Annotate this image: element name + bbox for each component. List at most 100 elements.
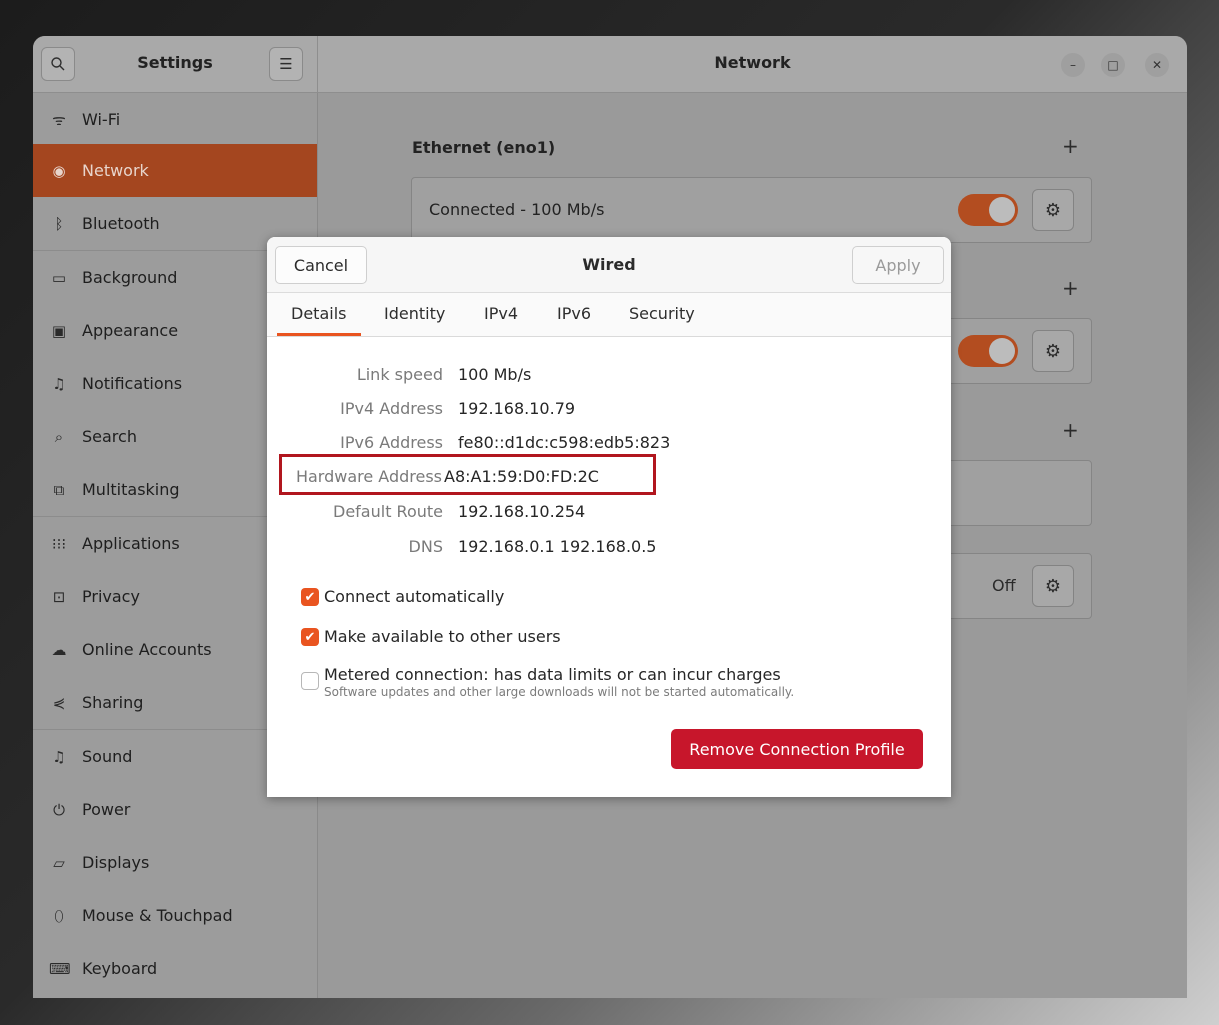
- sidebar-item-label: Displays: [82, 853, 150, 872]
- dialog-tabs: Details Identity IPv4 IPv6 Security: [267, 293, 951, 337]
- vpn-settings-button[interactable]: ⚙: [1032, 330, 1074, 372]
- plus-icon: +: [1062, 418, 1079, 442]
- checkmark-icon: ✔: [304, 629, 316, 645]
- plus-icon: +: [1062, 134, 1079, 158]
- sidebar-item-wifi[interactable]: ᯤ Wi-Fi: [33, 93, 317, 146]
- sidebar-item-label: Appearance: [82, 321, 179, 340]
- ethernet-section-title: Ethernet (eno1): [412, 138, 556, 157]
- sidebar-item-label: Sharing: [82, 693, 144, 712]
- detail-label: IPv6 Address: [340, 433, 443, 452]
- maximize-icon: □: [1107, 58, 1119, 72]
- ethernet-settings-button[interactable]: ⚙: [1032, 189, 1074, 231]
- display-icon: ▱: [53, 853, 65, 872]
- gear-icon: ⚙: [1044, 575, 1062, 597]
- gear-icon: ⚙: [1044, 340, 1062, 362]
- add-vpn-button[interactable]: +: [1062, 276, 1079, 300]
- metered-connection-checkbox[interactable]: [301, 672, 319, 690]
- wired-dialog: Cancel Wired Apply Details Identity IPv4…: [267, 237, 951, 797]
- make-available-label[interactable]: Make available to other users: [324, 627, 561, 646]
- sidebar-item-label: Background: [82, 268, 178, 287]
- detail-row-link-speed: Link speed 100 Mb/s: [267, 365, 951, 391]
- background-icon: ▭: [51, 268, 67, 287]
- music-note-icon: ♫: [52, 747, 66, 766]
- sidebar-item-label: Applications: [82, 534, 180, 553]
- detail-label: Default Route: [333, 502, 443, 521]
- menu-button[interactable]: ☰: [269, 47, 303, 81]
- tab-ipv4[interactable]: IPv4: [484, 304, 518, 323]
- appearance-icon: ▣: [51, 321, 67, 340]
- detail-row-dns: DNS 192.168.0.1 192.168.0.5: [267, 537, 951, 563]
- page-title: Network: [714, 53, 791, 72]
- sidebar-item-displays[interactable]: ▱ Displays: [33, 836, 317, 889]
- sidebar-item-label: Network: [82, 161, 149, 180]
- globe-icon: ◉: [52, 161, 66, 180]
- detail-value: 192.168.10.79: [458, 399, 576, 418]
- close-icon: ✕: [1151, 58, 1163, 72]
- lock-icon: ⊡: [52, 587, 66, 606]
- keyboard-icon: ⌨: [49, 959, 71, 978]
- make-available-checkbox[interactable]: ✔: [301, 628, 319, 646]
- metered-connection-sublabel: Software updates and other large downloa…: [324, 685, 795, 699]
- ethernet-toggle[interactable]: [958, 194, 1018, 226]
- minimize-icon: –: [1070, 58, 1076, 72]
- sidebar-item-label: Sound: [82, 747, 133, 766]
- sidebar-item-label: Wi-Fi: [82, 110, 121, 129]
- add-connection-button[interactable]: +: [1062, 418, 1079, 442]
- cloud-icon: ☁: [51, 640, 67, 659]
- hamburger-icon: ☰: [279, 55, 293, 73]
- apply-button[interactable]: Apply: [852, 246, 944, 284]
- detail-label: Link speed: [356, 365, 443, 384]
- sidebar-item-label: Keyboard: [82, 959, 158, 978]
- detail-value: 100 Mb/s: [458, 365, 532, 384]
- bell-icon: ♫: [52, 374, 66, 393]
- minimize-button[interactable]: –: [1061, 53, 1085, 77]
- detail-value: fe80::d1dc:c598:edb5:823: [458, 433, 671, 452]
- sidebar-item-keyboard[interactable]: ⌨ Keyboard: [33, 942, 317, 995]
- maximize-button[interactable]: □: [1101, 53, 1125, 77]
- dialog-header: Cancel Wired Apply: [267, 237, 951, 293]
- detail-label: IPv4 Address: [340, 399, 443, 418]
- connect-automatically-checkbox[interactable]: ✔: [301, 588, 319, 606]
- tab-security[interactable]: Security: [629, 304, 695, 323]
- proxy-status: Off: [992, 576, 1016, 595]
- toggle-knob: [989, 338, 1015, 364]
- detail-row-default-route: Default Route 192.168.10.254: [267, 502, 951, 528]
- sidebar-item-label: Online Accounts: [82, 640, 212, 659]
- dialog-title: Wired: [582, 255, 636, 274]
- sidebar-item-label: Power: [82, 800, 131, 819]
- wifi-icon: ᯤ: [52, 110, 66, 129]
- checkmark-icon: ✔: [304, 589, 316, 605]
- sidebar-item-label: Mouse & Touchpad: [82, 906, 233, 925]
- tab-details[interactable]: Details: [291, 304, 346, 323]
- sidebar-item-network[interactable]: ◉ Network: [33, 144, 317, 197]
- gear-icon: ⚙: [1044, 199, 1062, 221]
- connect-automatically-label[interactable]: Connect automatically: [324, 587, 504, 606]
- mouse-icon: ⬯: [54, 906, 64, 925]
- add-ethernet-button[interactable]: +: [1062, 134, 1079, 158]
- metered-connection-label[interactable]: Metered connection: has data limits or c…: [324, 665, 781, 684]
- detail-row-ipv4: IPv4 Address 192.168.10.79: [267, 399, 951, 425]
- tab-identity[interactable]: Identity: [384, 304, 445, 323]
- proxy-settings-button[interactable]: ⚙: [1032, 565, 1074, 607]
- close-button[interactable]: ✕: [1145, 53, 1169, 77]
- main-header: Network – □ ✕: [318, 36, 1187, 93]
- active-tab-indicator: [277, 333, 361, 336]
- toggle-knob: [989, 197, 1015, 223]
- vpn-toggle[interactable]: [958, 335, 1018, 367]
- bluetooth-icon: ᛒ: [54, 214, 64, 233]
- sidebar-item-label: Privacy: [82, 587, 140, 606]
- share-icon: ⋞: [52, 693, 66, 712]
- sidebar-item-mouse-touchpad[interactable]: ⬯ Mouse & Touchpad: [33, 889, 317, 942]
- tab-ipv6[interactable]: IPv6: [557, 304, 591, 323]
- remove-connection-profile-button[interactable]: Remove Connection Profile: [671, 729, 923, 769]
- sidebar-item-label: Multitasking: [82, 480, 180, 499]
- sidebar-item-label: Bluetooth: [82, 214, 160, 233]
- apps-grid-icon: ⁝⁝⁝: [51, 534, 67, 553]
- detail-label: DNS: [408, 537, 443, 556]
- detail-value: 192.168.10.254: [458, 502, 586, 521]
- power-icon: ⏻: [53, 800, 65, 819]
- multitasking-icon: ⧉: [53, 480, 65, 499]
- hardware-address-highlight: [279, 454, 656, 495]
- sidebar-item-label: Search: [82, 427, 137, 446]
- ethernet-status: Connected - 100 Mb/s: [429, 200, 605, 219]
